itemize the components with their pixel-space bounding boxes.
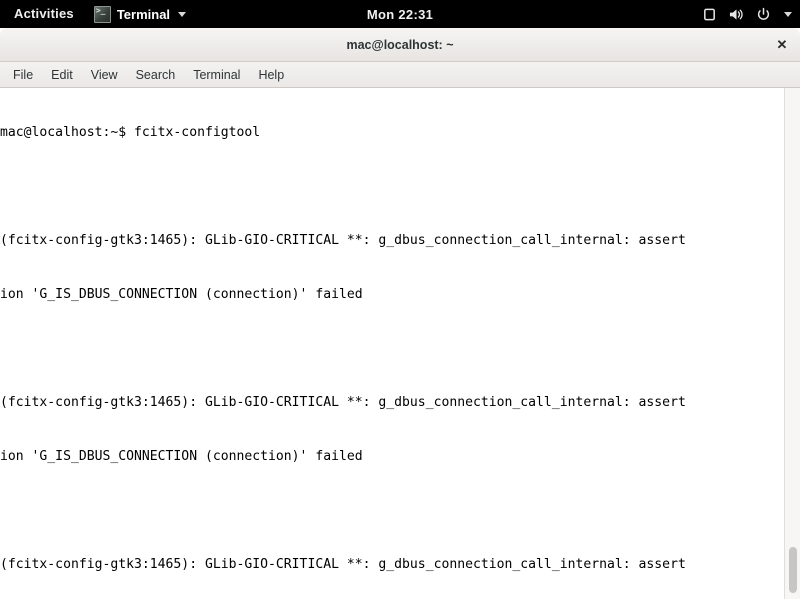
- terminal-line: mac@localhost:~$ fcitx-configtool: [0, 125, 261, 140]
- terminal-line: (fcitx-config-gtk3:1465): GLib-GIO-CRITI…: [0, 557, 686, 572]
- terminal-line: (fcitx-config-gtk3:1465): GLib-GIO-CRITI…: [0, 395, 686, 410]
- menu-item-search[interactable]: Search: [127, 62, 185, 88]
- terminal-line: ion 'G_IS_DBUS_CONNECTION (connection)' …: [0, 287, 363, 302]
- window-title-bar[interactable]: mac@localhost: ~ ✕: [0, 28, 800, 62]
- menu-bar: File Edit View Search Terminal Help: [0, 62, 800, 88]
- terminal-window: mac@localhost: ~ ✕ File Edit View Search…: [0, 28, 800, 600]
- close-icon[interactable]: ✕: [773, 36, 791, 54]
- menu-item-file[interactable]: File: [4, 62, 42, 88]
- scrollbar-thumb[interactable]: [789, 547, 797, 593]
- status-area[interactable]: [702, 0, 792, 28]
- power-icon[interactable]: [756, 7, 771, 22]
- menu-item-help[interactable]: Help: [249, 62, 293, 88]
- page-title: mac@localhost: ~: [346, 37, 454, 52]
- terminal-icon: [93, 5, 111, 23]
- gnome-top-bar: Activities Terminal Mon 22:31: [0, 0, 800, 28]
- app-menu-terminal[interactable]: Terminal: [86, 0, 194, 28]
- scrollbar[interactable]: [784, 88, 800, 599]
- terminal-output[interactable]: mac@localhost:~$ fcitx-configtool (fcitx…: [0, 88, 784, 599]
- terminal-body[interactable]: mac@localhost:~$ fcitx-configtool (fcitx…: [0, 88, 800, 599]
- menu-item-terminal[interactable]: Terminal: [184, 62, 249, 88]
- volume-icon[interactable]: [728, 7, 745, 22]
- menu-item-edit[interactable]: Edit: [42, 62, 82, 88]
- terminal-line: ion 'G_IS_DBUS_CONNECTION (connection)' …: [0, 449, 363, 464]
- status-chevron-down-icon[interactable]: [784, 11, 792, 17]
- display-icon[interactable]: [702, 7, 717, 22]
- menu-item-view[interactable]: View: [82, 62, 127, 88]
- app-menu-label: Terminal: [116, 6, 171, 22]
- terminal-line: (fcitx-config-gtk3:1465): GLib-GIO-CRITI…: [0, 233, 686, 248]
- activities-button[interactable]: Activities: [0, 0, 86, 28]
- chevron-down-icon: [178, 11, 187, 17]
